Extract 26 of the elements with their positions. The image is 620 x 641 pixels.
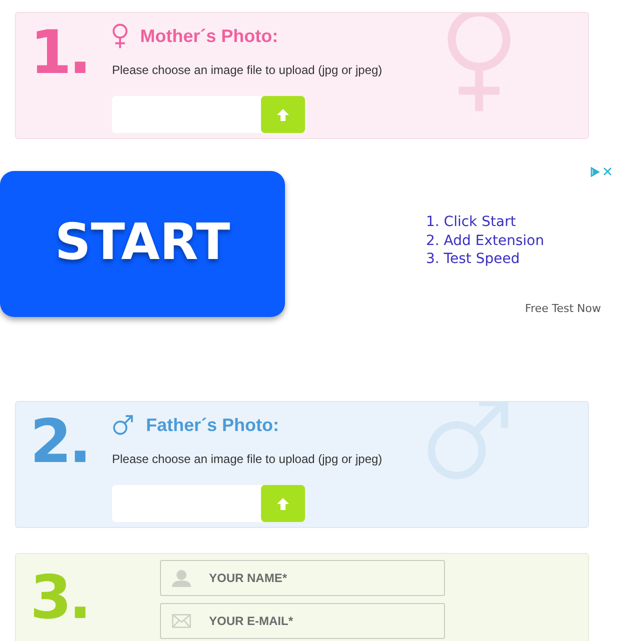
person-icon [172, 570, 191, 586]
ad-choices-icon[interactable] [590, 167, 600, 177]
upload-hint: Please choose an image file to upload (jpg or jpeg) [112, 452, 382, 466]
file-input-field[interactable] [112, 485, 262, 522]
step-number: 3. [30, 563, 89, 633]
email-field[interactable]: YOUR E-MAIL* [160, 603, 445, 639]
ad-step: 3. Test Speed [426, 250, 544, 268]
section-title: Father´s Photo: [146, 414, 279, 436]
step-number: 2. [30, 407, 89, 477]
male-symbol-icon [112, 414, 134, 436]
section-title: Mother´s Photo: [140, 26, 278, 46]
upload-hint: Please choose an image file to upload (jpg or jpeg) [112, 63, 382, 77]
up-arrow-icon [277, 498, 289, 510]
envelope-icon [172, 614, 191, 628]
upload-button[interactable] [261, 485, 305, 522]
ad-step: 2. Add Extension [426, 232, 544, 250]
file-input-field[interactable] [112, 96, 262, 133]
name-field[interactable]: YOUR NAME* [160, 560, 445, 596]
upload-button[interactable] [261, 96, 305, 133]
ad-step: 1. Click Start [426, 213, 544, 232]
ad-link[interactable]: Free Test Now [525, 302, 601, 315]
up-arrow-icon [277, 108, 289, 120]
female-symbol-icon [112, 23, 128, 49]
start-button[interactable]: START [0, 171, 285, 317]
step-number: 1. [30, 18, 89, 88]
close-icon[interactable] [603, 167, 612, 176]
